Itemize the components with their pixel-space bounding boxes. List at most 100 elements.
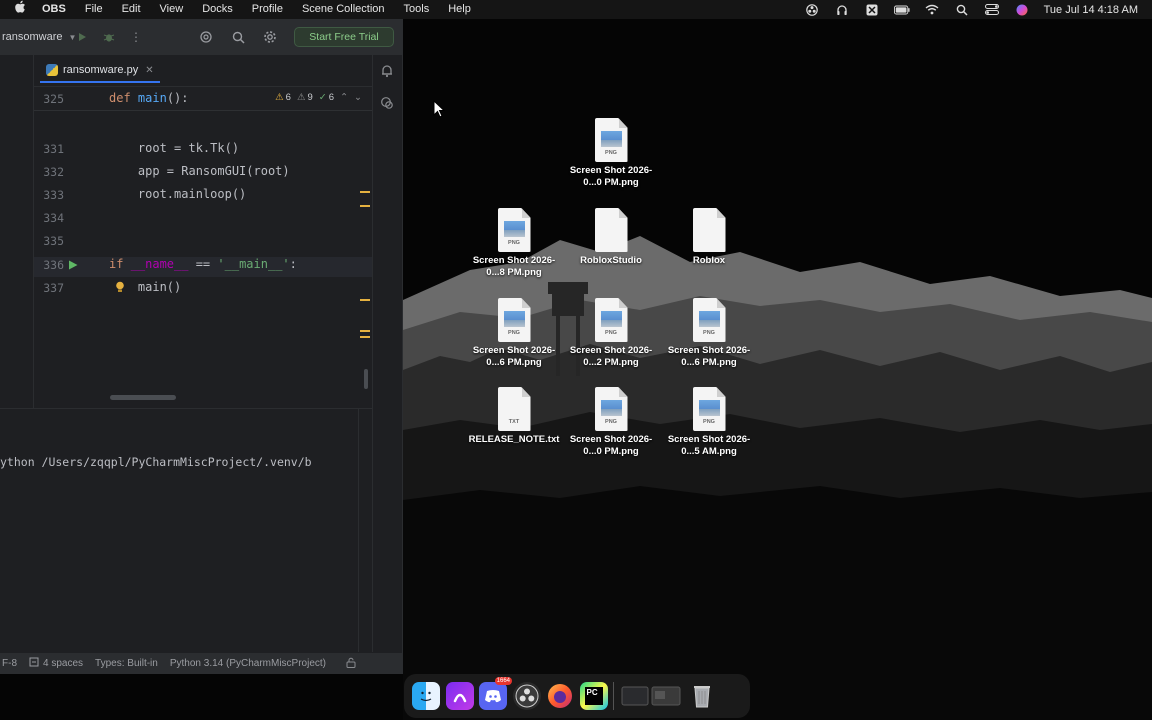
inspection-widget[interactable]: ⚠ 6 ⚠ 9 ✓ 6 ⌃ ⌄	[275, 92, 362, 103]
menu-scene-collection[interactable]: Scene Collection	[302, 0, 385, 19]
arc-icon[interactable]	[445, 682, 474, 710]
ai-chat-icon[interactable]	[380, 96, 394, 115]
status-types[interactable]: Types: Built-in	[95, 658, 158, 669]
window-thumbnail-icon[interactable]	[620, 682, 682, 710]
firefox-icon[interactable]	[546, 682, 574, 710]
error-stripe-marker[interactable]	[360, 299, 370, 301]
indent-icon	[29, 657, 39, 670]
menu-app-name[interactable]: OBS	[42, 0, 66, 19]
desktop-file-roblox[interactable]: Roblox	[661, 208, 757, 267]
string-literal: '__main__'	[217, 257, 290, 271]
desktop-file-screenshot[interactable]: PNG Screen Shot 2026-0...6 PM.png	[466, 298, 562, 369]
pycharm-label: PC	[584, 687, 603, 705]
file-label: Screen Shot 2026-0...0 PM.png	[569, 165, 653, 188]
error-stripe-marker[interactable]	[360, 191, 370, 193]
desktop-file-release-note[interactable]: TXT RELEASE_NOTE.txt	[466, 387, 562, 446]
macos-menu-bar: OBS File Edit View Docks Profile Scene C…	[0, 0, 1152, 19]
line-number: 334	[43, 211, 64, 225]
finder-icon[interactable]	[412, 682, 440, 710]
desktop-file-robloxstudio[interactable]: RobloxStudio	[563, 208, 659, 267]
ai-assistant-icon[interactable]	[198, 29, 214, 45]
code-editor[interactable]: 325 def main(): ⚠ 6 ⚠ 9 ✓ 6 ⌃ ⌄ 331 root = …	[34, 87, 372, 403]
desktop-file-screenshot[interactable]: PNG Screen Shot 2026-0...8 PM.png	[466, 208, 562, 279]
blank-file-icon	[692, 208, 726, 252]
desktop-file-screenshot[interactable]: PNG Screen Shot 2026-0...0 PM.png	[563, 118, 659, 189]
error-stripe-marker[interactable]	[360, 330, 370, 332]
trash-icon[interactable]	[688, 682, 716, 710]
code-colon: :	[289, 257, 297, 271]
menu-tools[interactable]: Tools	[404, 0, 430, 19]
chevron-up-icon[interactable]: ⌃	[340, 92, 348, 103]
line-number: 337	[43, 281, 64, 295]
code-line: main()	[109, 280, 182, 294]
desktop-file-screenshot[interactable]: PNG Screen Shot 2026-0...5 AM.png	[661, 387, 757, 458]
headphones-icon[interactable]	[834, 4, 850, 16]
screen: OBS File Edit View Docks Profile Scene C…	[0, 0, 1152, 720]
error-stripe-marker[interactable]	[360, 205, 370, 207]
wifi-icon[interactable]	[924, 4, 940, 16]
dock-separator	[613, 682, 614, 710]
status-encoding[interactable]: F-8	[2, 658, 17, 669]
file-label: Screen Shot 2026-0...6 PM.png	[472, 345, 556, 368]
code-operator: ==	[188, 257, 218, 271]
desktop-file-screenshot[interactable]: PNG Screen Shot 2026-0...2 PM.png	[563, 298, 659, 369]
x-app-icon[interactable]	[864, 4, 880, 16]
control-center-icon[interactable]	[984, 4, 1000, 16]
file-label: RobloxStudio	[580, 255, 642, 266]
desktop-file-screenshot[interactable]: PNG Screen Shot 2026-0...0 PM.png	[563, 387, 659, 458]
spotlight-search-icon[interactable]	[954, 4, 970, 16]
search-icon[interactable]	[230, 29, 246, 45]
gear-icon[interactable]	[262, 29, 278, 45]
run-gutter-icon[interactable]	[68, 259, 78, 270]
file-label: RELEASE_NOTE.txt	[468, 434, 560, 445]
editor-tab-bar: ransomware.py ✕	[34, 55, 372, 87]
apple-icon[interactable]	[14, 0, 28, 20]
close-icon[interactable]: ✕	[145, 65, 153, 76]
battery-icon[interactable]	[893, 4, 910, 16]
menu-edit[interactable]: Edit	[122, 0, 141, 19]
obs-icon[interactable]	[512, 682, 541, 710]
status-indent[interactable]: 4 spaces	[43, 658, 83, 669]
function-name: main	[137, 91, 167, 105]
lock-icon[interactable]	[346, 657, 356, 671]
obs-status-icon[interactable]	[804, 3, 820, 16]
blank-file-icon	[594, 208, 628, 252]
desktop-file-screenshot[interactable]: PNG Screen Shot 2026-0...6 PM.png	[661, 298, 757, 369]
menu-file[interactable]: File	[85, 0, 103, 19]
notifications-bell-icon[interactable]	[380, 64, 394, 83]
line-number: 333	[43, 188, 64, 202]
png-file-icon: PNG	[594, 118, 628, 162]
code-line: root = tk.Tk()	[109, 141, 240, 155]
sticky-scroll-header[interactable]: 325 def main(): ⚠ 6 ⚠ 9 ✓ 6 ⌃ ⌄	[34, 87, 372, 111]
horizontal-scrollbar[interactable]	[110, 395, 176, 400]
menubar-clock[interactable]: Tue Jul 14 4:18 AM	[1044, 4, 1138, 16]
line-number: 331	[43, 142, 64, 156]
discord-icon[interactable]: 1664	[479, 677, 512, 710]
vertical-scrollbar[interactable]	[364, 369, 368, 389]
tab-ransomware-py[interactable]: ransomware.py ✕	[40, 59, 160, 83]
run-console-output[interactable]: ython /Users/zqqpl/PyCharmMiscProject/.v…	[0, 455, 360, 469]
pycharm-icon[interactable]: PC	[579, 682, 608, 710]
error-stripe-marker[interactable]	[360, 336, 370, 338]
menu-help[interactable]: Help	[448, 0, 471, 19]
run-tool-window: ython /Users/zqqpl/PyCharmMiscProject/.v…	[0, 408, 372, 667]
menu-docks[interactable]: Docks	[202, 0, 233, 19]
more-vertical-icon[interactable]: ⋮	[128, 29, 144, 45]
menu-view[interactable]: View	[160, 0, 184, 19]
run-icon[interactable]	[74, 29, 90, 45]
line-number: 335	[43, 234, 64, 248]
panel-divider	[358, 409, 359, 667]
chevron-down-icon[interactable]: ⌄	[354, 92, 362, 103]
code-line: if __name__ == '__main__':	[109, 257, 297, 271]
code-line: app = RansomGUI(root)	[109, 164, 290, 178]
siri-icon[interactable]	[1014, 4, 1030, 16]
file-label: Screen Shot 2026-0...6 PM.png	[667, 345, 751, 368]
project-selector[interactable]: ransomware	[2, 31, 63, 43]
menu-profile[interactable]: Profile	[252, 0, 283, 19]
status-interpreter[interactable]: Python 3.14 (PyCharmMiscProject)	[170, 658, 326, 669]
tab-label: ransomware.py	[63, 64, 139, 76]
png-file-icon: PNG	[594, 298, 628, 342]
debug-icon[interactable]	[101, 29, 117, 45]
start-free-trial-button[interactable]: Start Free Trial	[294, 27, 394, 47]
check-icon: ✓	[318, 92, 327, 103]
